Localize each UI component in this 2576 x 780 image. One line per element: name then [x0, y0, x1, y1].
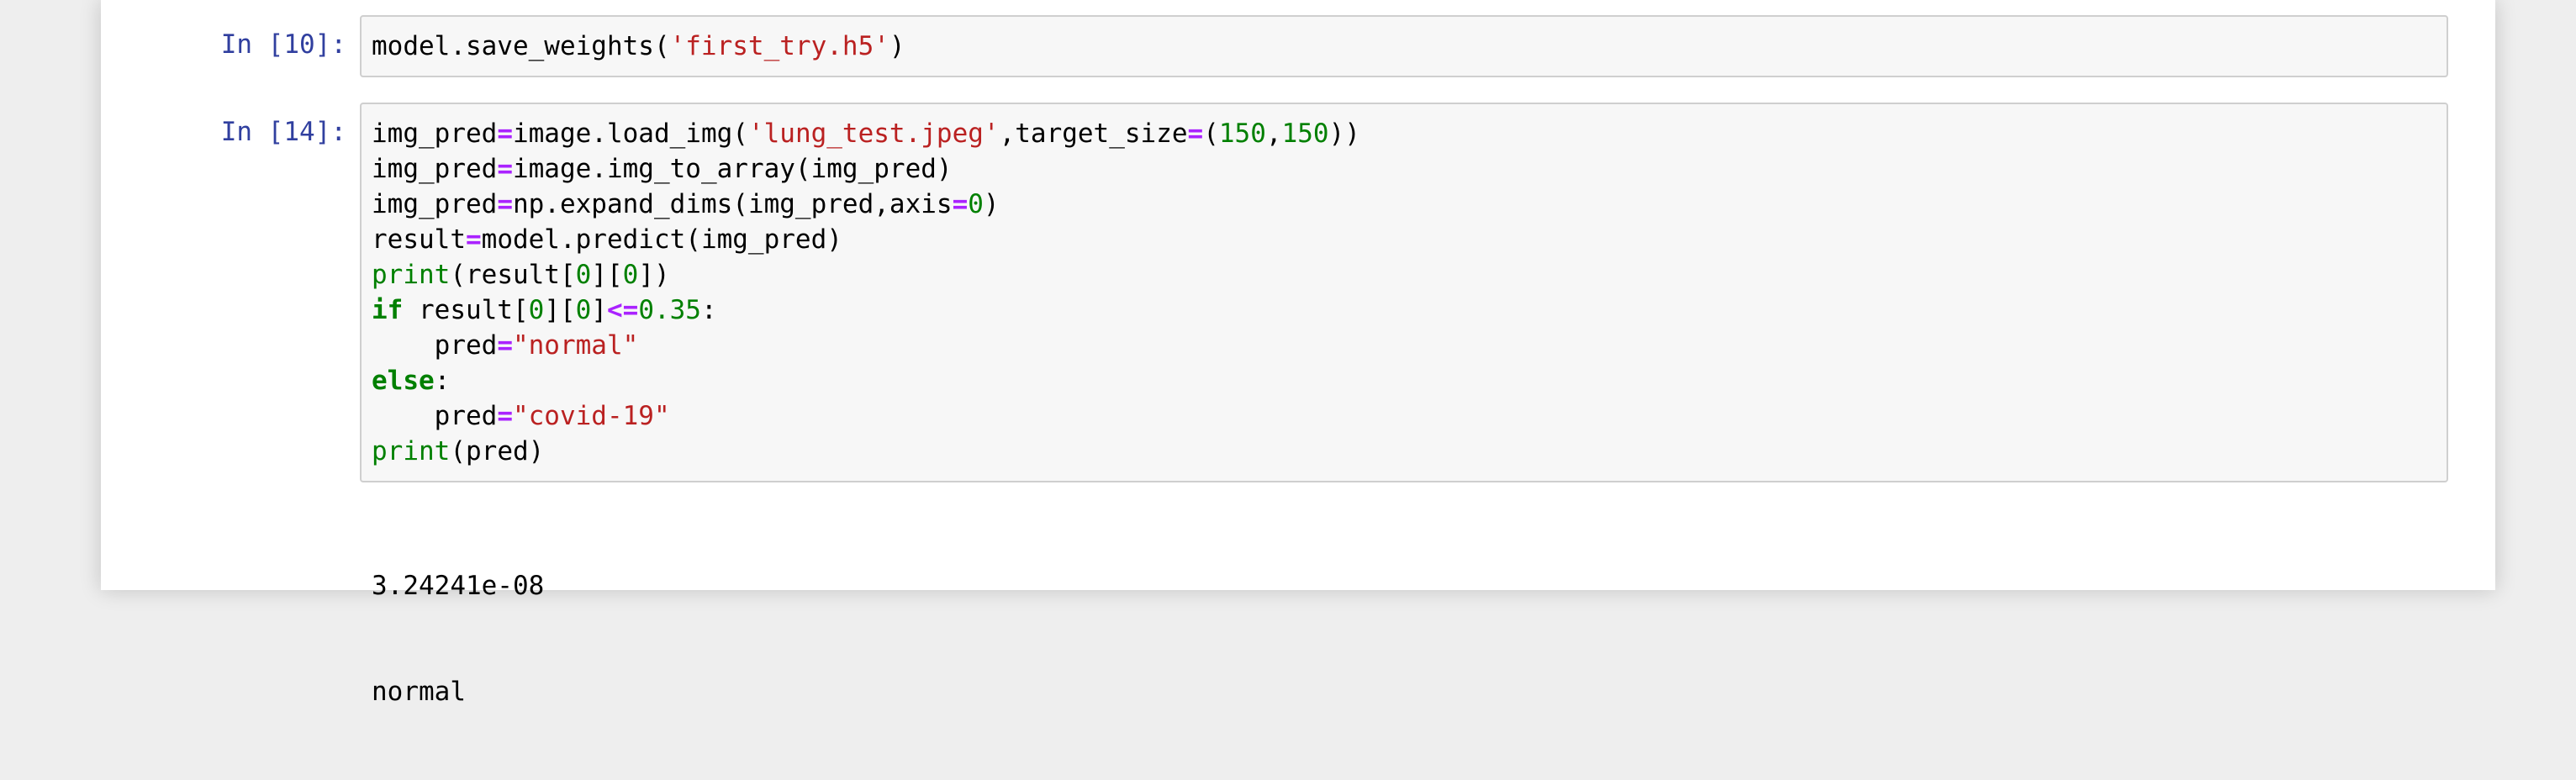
operator: =: [497, 401, 513, 431]
code-token: img_pred: [372, 189, 498, 219]
code-token: image.img_to_array(img_pred): [512, 154, 953, 184]
code-token: :: [700, 295, 717, 325]
code-token: pred: [372, 330, 498, 361]
code-input-area[interactable]: img_pred=image.load_img('lung_test.jpeg'…: [360, 103, 2448, 482]
code-token: ,: [1265, 119, 1282, 149]
code-token: ): [983, 189, 1000, 219]
code-token: ][: [544, 295, 576, 325]
number-literal: 0: [575, 295, 592, 325]
code-token: image.load_img(: [512, 119, 748, 149]
operator: =: [497, 330, 513, 361]
code-line: print(pred): [372, 434, 2436, 469]
code-token: ,target_size: [999, 119, 1188, 149]
operator: =: [1187, 119, 1204, 149]
code-token: ]): [638, 260, 670, 290]
string-literal: "normal": [512, 330, 639, 361]
keyword: if: [372, 295, 404, 325]
number-literal: 150: [1218, 119, 1266, 149]
code-token: model.predict(img_pred): [481, 224, 842, 255]
code-line: pred="covid-19": [372, 398, 2436, 434]
builtin-function: print: [372, 260, 451, 290]
code-token: (: [1203, 119, 1219, 149]
code-token: img_pred: [372, 154, 498, 184]
builtin-function: print: [372, 436, 451, 466]
cell-output-area: 3.24241e-08 normal: [372, 498, 544, 780]
code-token: (result[: [450, 260, 576, 290]
string-literal: 'lung_test.jpeg': [747, 119, 1000, 149]
code-token: np.expand_dims(img_pred,axis: [512, 189, 953, 219]
code-line: img_pred=image.load_img('lung_test.jpeg'…: [372, 116, 2436, 151]
code-line: result=model.predict(img_pred): [372, 222, 2436, 257]
code-token: img_pred: [372, 119, 498, 149]
code-line: pred="normal": [372, 328, 2436, 363]
operator: =: [952, 189, 969, 219]
string-literal: 'first_try.h5': [669, 31, 889, 61]
operator: =: [497, 154, 513, 184]
number-literal: 0: [622, 260, 639, 290]
code-line: model.save_weights('first_try.h5'): [372, 29, 2436, 64]
cell-prompt: In [14]:: [220, 117, 346, 147]
code-token: ]: [591, 295, 607, 325]
code-line: print(result[0][0]): [372, 257, 2436, 292]
number-literal: 150: [1281, 119, 1329, 149]
code-token: ): [889, 31, 905, 61]
code-token: result: [372, 224, 466, 255]
output-line: normal: [372, 677, 466, 707]
code-token: )): [1328, 119, 1360, 149]
operator: =: [497, 189, 513, 219]
string-literal: "covid-19": [512, 401, 670, 431]
operator: =: [465, 224, 482, 255]
code-token: :: [434, 366, 451, 396]
notebook-container: In [10]: model.save_weights('first_try.h…: [101, 0, 2495, 707]
number-literal: 0: [528, 295, 545, 325]
code-token: (pred): [450, 436, 545, 466]
code-token: result[: [403, 295, 529, 325]
code-line: if result[0][0]<=0.35:: [372, 292, 2436, 328]
keyword: else: [372, 366, 435, 396]
operator: <=: [606, 295, 639, 325]
code-token: pred: [372, 401, 498, 431]
number-literal: 0: [968, 189, 984, 219]
number-literal: 0.35: [638, 295, 701, 325]
code-token: ][: [591, 260, 623, 290]
code-input-area[interactable]: model.save_weights('first_try.h5'): [360, 15, 2448, 77]
code-line: else:: [372, 363, 2436, 398]
operator: =: [497, 119, 513, 149]
number-literal: 0: [575, 260, 592, 290]
output-line: 3.24241e-08: [372, 571, 545, 601]
code-line: img_pred=image.img_to_array(img_pred): [372, 151, 2436, 187]
code-line: img_pred=np.expand_dims(img_pred,axis=0): [372, 187, 2436, 222]
cell-prompt: In [10]:: [220, 29, 346, 60]
code-token: model.save_weights(: [372, 31, 670, 61]
